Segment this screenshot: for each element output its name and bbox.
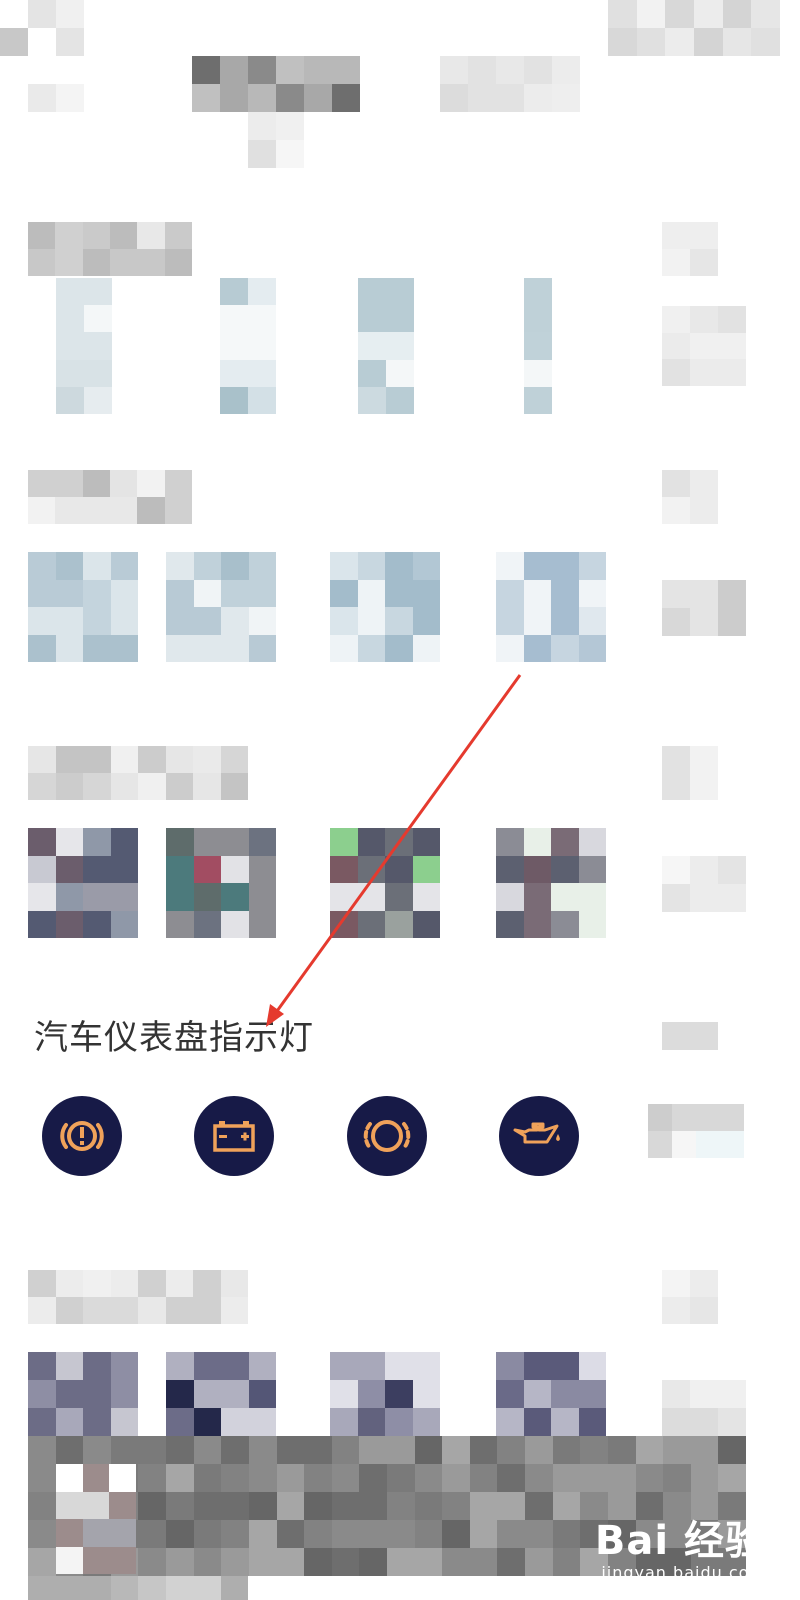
- baidu-jingyan-watermark: Bai 经验 jingyan.baidu.com: [595, 1519, 766, 1582]
- watermark-domain: jingyan.baidu.com: [601, 1563, 766, 1582]
- watermark-brand: Bai 经验: [594, 1518, 766, 1564]
- annotation-arrow: [266, 674, 522, 1027]
